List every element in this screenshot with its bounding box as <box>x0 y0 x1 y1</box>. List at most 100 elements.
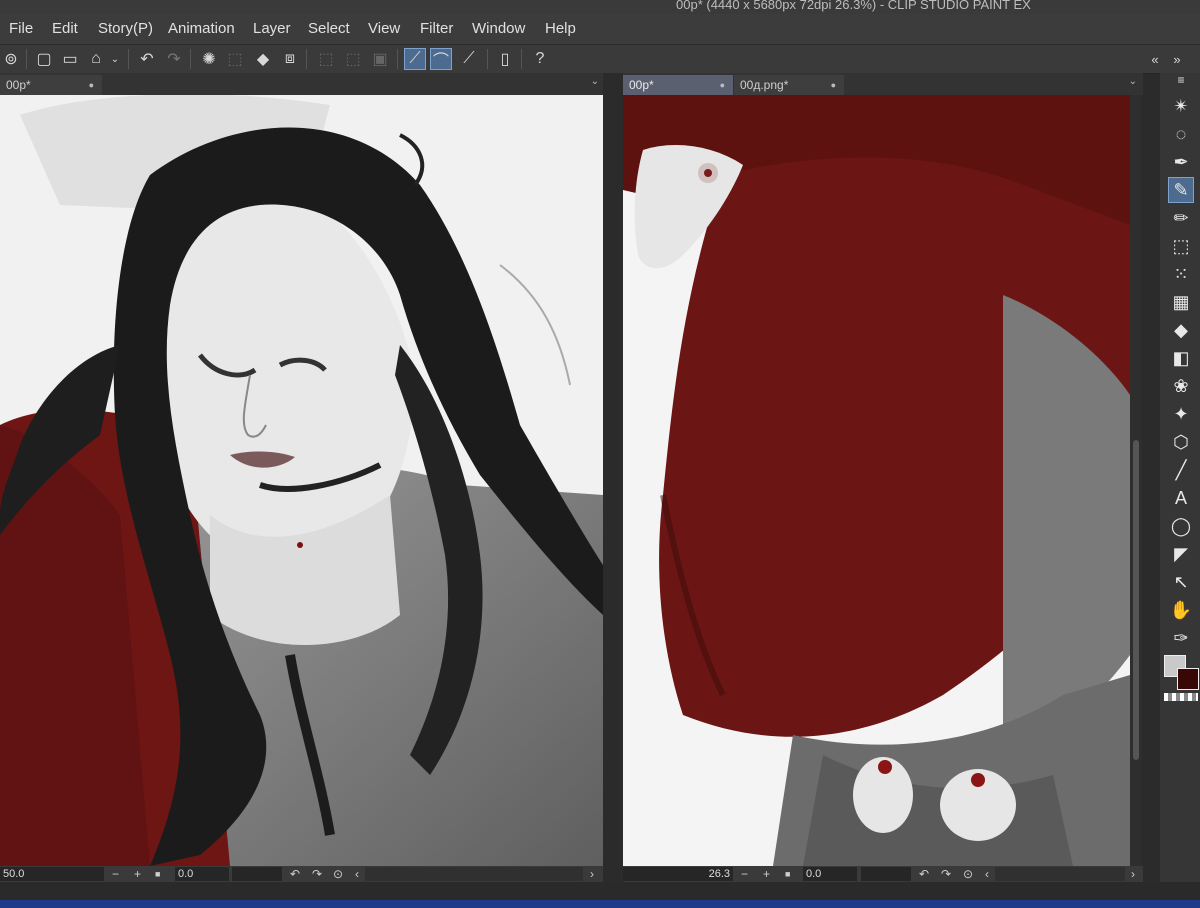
correct-line-icon[interactable]: ↖ <box>1168 569 1194 595</box>
collapse-panels-icon[interactable]: « <box>1144 48 1166 70</box>
snap-special-ruler-icon[interactable]: ⌒ <box>430 48 452 70</box>
sub-color-swatch[interactable] <box>1177 668 1199 690</box>
right-status-bar: 26.3 − + ■ 0.0 ↶ ↷ ⊙ ‹ › <box>623 866 1143 882</box>
menu-window[interactable]: Window <box>472 20 525 37</box>
line-icon[interactable]: ╱ <box>1168 457 1194 483</box>
new-canvas-icon[interactable]: ▢ <box>33 48 55 70</box>
reset-rotation-icon[interactable]: ⊙ <box>333 866 343 882</box>
chevron-down-icon[interactable]: ⌄ <box>1129 76 1137 87</box>
blend-icon[interactable]: ❀ <box>1168 373 1194 399</box>
smartphone-icon[interactable]: ▯ <box>494 48 516 70</box>
menu-select[interactable]: Select <box>308 20 350 37</box>
3d-icon[interactable]: ⬡ <box>1168 429 1194 455</box>
zoom-out-icon[interactable]: − <box>112 866 119 882</box>
eyedropper-icon[interactable]: ✑ <box>1168 625 1194 651</box>
text-icon[interactable]: A <box>1168 485 1194 511</box>
snap-ruler-icon[interactable]: ⟋ <box>404 48 426 70</box>
view-splitter[interactable] <box>603 73 623 882</box>
snap-grid-icon[interactable]: ⟋ <box>458 48 480 70</box>
bottom-bar <box>0 882 1200 908</box>
left-status-bar: 50.0 − + ■ 0.0 ↶ ↷ ⊙ ‹ › <box>0 866 603 882</box>
close-icon[interactable]: ● <box>720 75 725 95</box>
scroll-thumb[interactable] <box>1133 440 1139 760</box>
right-tab-bar: 00р* ● 00д.png* ● ⌄ <box>623 73 1143 95</box>
transform-icon[interactable]: ⧈ <box>279 48 301 70</box>
frame-icon[interactable]: ◤ <box>1168 541 1194 567</box>
scroll-left-icon[interactable]: ‹ <box>985 866 989 882</box>
lasso-icon[interactable]: ◌ <box>1168 121 1194 147</box>
left-canvas[interactable] <box>0 95 603 866</box>
chevron-down-icon[interactable]: ⌄ <box>591 76 599 87</box>
fit-icon[interactable]: ■ <box>155 866 160 882</box>
tab-label: 00р* <box>629 78 654 92</box>
magic-wand-icon[interactable]: ✴ <box>1168 93 1194 119</box>
scroll-right-icon[interactable]: › <box>590 866 594 882</box>
pencil-icon[interactable]: ✏ <box>1168 205 1194 231</box>
menu-view[interactable]: View <box>368 20 400 37</box>
zoom-field[interactable]: 26.3 <box>623 867 733 881</box>
sparkle-icon[interactable]: ✦ <box>1168 401 1194 427</box>
spinner-icon[interactable]: ✺ <box>198 48 220 70</box>
menu-edit[interactable]: Edit <box>52 20 78 37</box>
horizontal-scrollbar[interactable] <box>365 867 583 881</box>
menu-help[interactable]: Help <box>545 20 576 37</box>
fit-icon[interactable]: ■ <box>785 866 790 882</box>
grid-icon[interactable]: ▣ <box>369 48 391 70</box>
close-icon[interactable]: ● <box>89 75 94 95</box>
hand-icon[interactable]: ✋ <box>1168 597 1194 623</box>
zoom-out-icon[interactable]: − <box>741 866 748 882</box>
eraser-icon[interactable]: ⬚ <box>1168 233 1194 259</box>
help-icon[interactable]: ? <box>529 48 551 70</box>
hide-selection-icon[interactable]: ⬚ <box>315 48 337 70</box>
rotate-left-icon[interactable]: ↶ <box>919 866 929 882</box>
save-icon[interactable]: ⌂ <box>85 48 107 70</box>
menu-story[interactable]: Story(P) <box>98 20 153 37</box>
gradient-icon[interactable]: ◧ <box>1168 345 1194 371</box>
zoom-in-icon[interactable]: + <box>763 866 770 882</box>
clear-selection-icon[interactable]: ⬚ <box>224 48 246 70</box>
open-folder-icon[interactable]: ▭ <box>59 48 81 70</box>
fill-icon[interactable]: ◆ <box>252 48 274 70</box>
zoom-field[interactable]: 50.0 <box>0 867 104 881</box>
rotate-left-icon[interactable]: ↶ <box>290 866 300 882</box>
transparent-color-swatch[interactable] <box>1164 693 1198 701</box>
rotate-right-icon[interactable]: ↷ <box>941 866 951 882</box>
rotate-right-icon[interactable]: ↷ <box>312 866 322 882</box>
menu-bar: File Edit Story(P) Animation Layer Selec… <box>0 14 1200 44</box>
divider <box>190 49 191 69</box>
rotation-slider[interactable] <box>232 867 282 881</box>
right-vertical-scrollbar[interactable] <box>1130 95 1142 866</box>
scroll-left-icon[interactable]: ‹ <box>355 866 359 882</box>
redo-icon[interactable]: ↷ <box>163 48 185 70</box>
pencil-nib-icon[interactable]: ✎ <box>1168 177 1194 203</box>
app-logo-icon[interactable]: ⊚ <box>0 48 22 70</box>
invert-selection-icon[interactable]: ⬚ <box>342 48 364 70</box>
horizontal-scrollbar[interactable] <box>995 867 1125 881</box>
artwork-cloak <box>623 95 1130 866</box>
menu-layer[interactable]: Layer <box>253 20 291 37</box>
panel-menu-icon[interactable]: ≡ <box>1168 73 1194 87</box>
rotation-slider[interactable] <box>861 867 911 881</box>
rotation-field[interactable]: 0.0 <box>803 867 857 881</box>
tab-00p-right[interactable]: 00р* ● <box>623 75 733 95</box>
scroll-right-icon[interactable]: › <box>1131 866 1135 882</box>
close-icon[interactable]: ● <box>831 75 836 95</box>
chevron-down-icon[interactable]: ⌄ <box>108 48 122 70</box>
fill-bucket-icon[interactable]: ◆ <box>1168 317 1194 343</box>
speech-balloon-icon[interactable]: ◯ <box>1168 513 1194 539</box>
grid-tool-icon[interactable]: ▦ <box>1168 289 1194 315</box>
expand-panels-icon[interactable]: » <box>1166 48 1188 70</box>
right-canvas[interactable] <box>623 95 1130 866</box>
tab-00p-left[interactable]: 00р* ● <box>0 75 102 95</box>
menu-animation[interactable]: Animation <box>168 20 235 37</box>
spray-icon[interactable]: ⁙ <box>1168 261 1194 287</box>
pen-nib-icon[interactable]: ✒ <box>1168 149 1194 175</box>
undo-icon[interactable]: ↶ <box>136 48 158 70</box>
menu-file[interactable]: File <box>9 20 33 37</box>
tab-00d-png[interactable]: 00д.png* ● <box>734 75 844 95</box>
divider <box>487 49 488 69</box>
zoom-in-icon[interactable]: + <box>134 866 141 882</box>
reset-rotation-icon[interactable]: ⊙ <box>963 866 973 882</box>
rotation-field[interactable]: 0.0 <box>175 867 229 881</box>
menu-filter[interactable]: Filter <box>420 20 453 37</box>
